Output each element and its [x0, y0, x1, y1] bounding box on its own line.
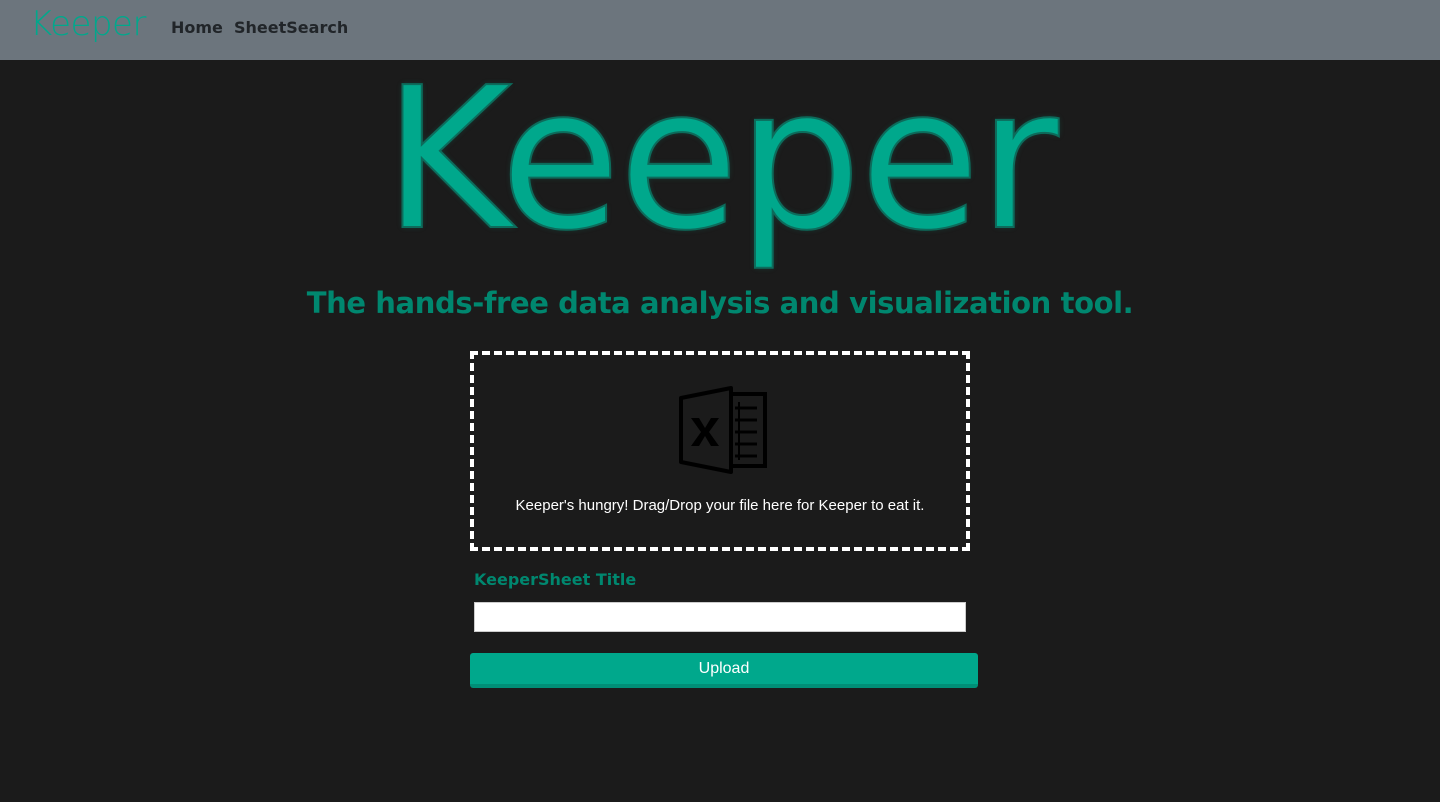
upload-button[interactable]: Upload: [470, 653, 978, 688]
dropzone-instructions: Keeper's hungry! Drag/Drop your file her…: [515, 497, 925, 514]
brand-logo-link[interactable]: Keeper: [30, 4, 146, 44]
keepersheet-title-label: KeeperSheet Title: [474, 570, 637, 589]
keepersheet-title-input[interactable]: [474, 602, 966, 632]
hero-tagline: The hands-free data analysis and visuali…: [306, 286, 1134, 320]
excel-file-icon: [679, 386, 767, 474]
nav-link-sheetsearch[interactable]: SheetSearch: [234, 18, 348, 37]
file-dropzone[interactable]: Keeper's hungry! Drag/Drop your file her…: [470, 351, 970, 551]
nav-link-home[interactable]: Home: [171, 18, 223, 37]
hero-title: Keeper: [382, 46, 1060, 274]
